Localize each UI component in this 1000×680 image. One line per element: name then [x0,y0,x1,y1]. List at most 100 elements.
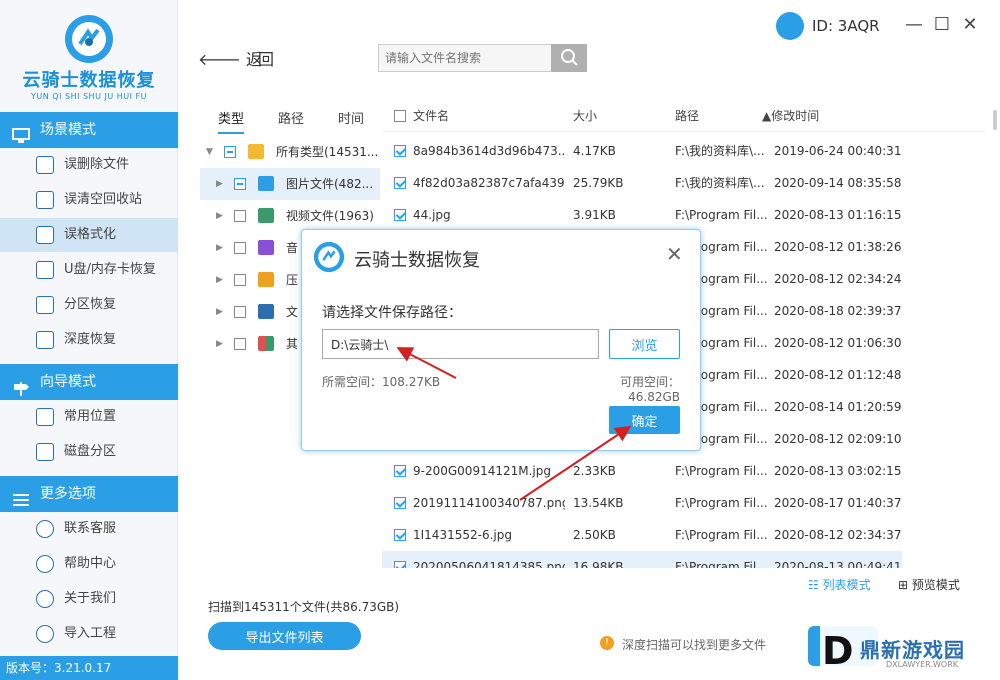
list-mode-label: 列表模式 [822,578,871,592]
sidebar-item-common-locations[interactable]: 常用位置 [0,400,178,434]
sidebar-item-recycle-bin[interactable]: 误清空回收站 [0,183,178,217]
file-time: 2020-08-12 01:06:30 [774,336,902,350]
table-row[interactable]: 8a984b3614d3d96b473... 4.17KB F:\我的资料库\...… [382,135,902,167]
file-path: F:\我的资料库\... [675,176,765,190]
other-icon [258,336,274,351]
tree-row-video[interactable]: ▶ 视频文件(1963) [200,200,380,232]
tree-row-label: 文 [286,305,299,319]
file-name: 9-200G00914121M.jpg [413,464,551,478]
sidebar-item-format[interactable]: 误格式化 [0,218,178,252]
dialog-title: 云骑士数据恢复 [354,250,480,271]
user-id[interactable]: ID: 3AQR [776,12,880,40]
row-checkbox[interactable] [394,209,406,221]
file-path: F:\Program Fil... [675,528,767,542]
select-all-checkbox[interactable] [394,110,406,122]
logo-pinyin: YUN QI SHI SHU JU HUI FU [31,92,147,101]
sidebar-item-deep[interactable]: 深度恢复 [0,323,178,357]
forward-button[interactable]: 回 [258,46,274,70]
version-label: 版本号：3.21.0.17 [0,656,178,680]
sidebar-item-label: 导入工程 [64,626,117,641]
file-path: F:\Program Fil... [675,496,767,510]
search-input[interactable] [378,44,552,72]
checkbox[interactable] [234,274,246,286]
sidebar-item-label: 联系客服 [64,521,117,536]
sidebar-item-deleted-files[interactable]: 误删除文件 [0,148,178,182]
tab-time[interactable]: 时间 [338,108,364,127]
row-checkbox[interactable] [394,177,406,189]
row-checkbox[interactable] [394,497,406,509]
scan-summary: 扫描到145311个文件(共86.73GB) [208,600,400,614]
checkbox[interactable] [224,146,236,158]
file-time: 2020-08-12 02:34:24 [774,272,902,286]
back-button[interactable]: 🡐 返 [198,46,262,70]
chevron-down-icon: ▼ [206,147,213,157]
col-name[interactable]: 文件名 [413,100,565,132]
sidebar-item-label: 深度恢复 [64,332,117,347]
checkbox[interactable] [234,306,246,318]
file-size: 2.50KB [573,528,616,542]
row-checkbox[interactable] [394,529,406,541]
zip-icon [258,272,274,287]
file-name: 8a984b3614d3d96b473... [413,144,565,158]
col-size[interactable]: 大小 [573,100,597,132]
search-button[interactable] [551,44,587,72]
sidebar-item-help[interactable]: 帮助中心 [0,547,178,581]
document-icon [258,304,274,319]
file-path: F:\Program Fil... [675,464,767,478]
sidebar-item-label: 常用位置 [64,409,117,424]
file-time: 2020-08-18 02:39:37 [774,304,902,318]
tree-row-images[interactable]: ▶ 图片文件(482... [200,168,380,200]
recycle-bin-icon [36,191,54,209]
row-checkbox[interactable] [394,561,406,568]
tab-path[interactable]: 路径 [278,108,304,127]
sidebar-item-usb-card[interactable]: U盘/内存卡恢复 [0,253,178,287]
file-path: F:\Program Fil... [675,560,767,568]
list-mode-button[interactable]: ☷ 列表模式 [808,576,871,593]
table-row[interactable]: 4f82d03a82387c7afa439... 25.79KB F:\我的资料库\… [382,167,902,199]
sidebar-item-label: 误清空回收站 [64,192,143,207]
col-time[interactable]: ▲修改时间 [762,100,819,132]
tab-type[interactable]: 类型 [218,108,245,134]
file-path: F:\Program Fil... [675,208,767,222]
tree-row-all[interactable]: ▼ 所有类型(14531... [200,136,380,168]
table-row[interactable]: 20200506041814385.png 16.98KB F:\Program F… [382,551,902,568]
grid-icon: ⊞ [898,578,912,592]
browse-button[interactable]: 浏览 [609,329,680,359]
file-time: 2020-08-17 01:40:37 [774,496,902,510]
checkbox[interactable] [234,242,246,254]
table-row[interactable]: 9-200G00914121M.jpg 2.33KB F:\Program Fil.… [382,455,902,487]
file-name: 20200506041814385.png [413,560,565,568]
checkbox[interactable] [234,210,246,222]
signpost-icon [12,374,30,396]
app-window: 云骑士数据恢复 YUN QI SHI SHU JU HUI FU 场景模式 误删… [0,0,1000,680]
row-checkbox[interactable] [394,145,406,157]
watermark-logo: D [822,629,854,673]
table-row[interactable]: 44.jpg 3.91KB F:\Program Fil... 2020-08-13 … [382,199,902,231]
export-list-button[interactable]: 导出文件列表 [208,622,361,650]
row-checkbox[interactable] [394,465,406,477]
monitor-icon [12,122,30,143]
checkbox[interactable] [234,178,246,190]
partition-icon [36,296,54,314]
maximize-button[interactable]: ☐ [928,14,956,35]
checkbox[interactable] [234,338,246,350]
confirm-button[interactable]: 确定 [609,406,680,434]
sidebar-item-partition[interactable]: 分区恢复 [0,288,178,322]
preview-mode-button[interactable]: ⊞ 预览模式 [898,576,960,593]
sidebar-item-disk-partition[interactable]: 磁盘分区 [0,435,178,469]
sidebar-item-label: 误格式化 [64,227,117,242]
col-path[interactable]: 路径 [675,100,767,132]
chevron-right-icon: ▶ [216,307,223,317]
file-size: 25.79KB [573,176,624,190]
sidebar-item-about[interactable]: 关于我们 [0,582,178,616]
scrollbar[interactable] [993,110,997,130]
table-row[interactable]: 1I1431552-6.jpg 2.50KB F:\Program Fil... 20… [382,519,902,551]
save-path-input[interactable] [322,329,599,359]
list-icon: ☷ [808,578,823,592]
dialog-close-button[interactable]: ✕ [666,242,683,266]
table-row[interactable]: 20191114100340787.png 13.54KB F:\Program F… [382,487,902,519]
sidebar-item-contact[interactable]: 联系客服 [0,512,178,546]
close-window-button[interactable]: ✕ [956,14,984,35]
sidebar-item-import[interactable]: 导入工程 [0,617,178,651]
minimize-button[interactable]: — [900,14,928,35]
